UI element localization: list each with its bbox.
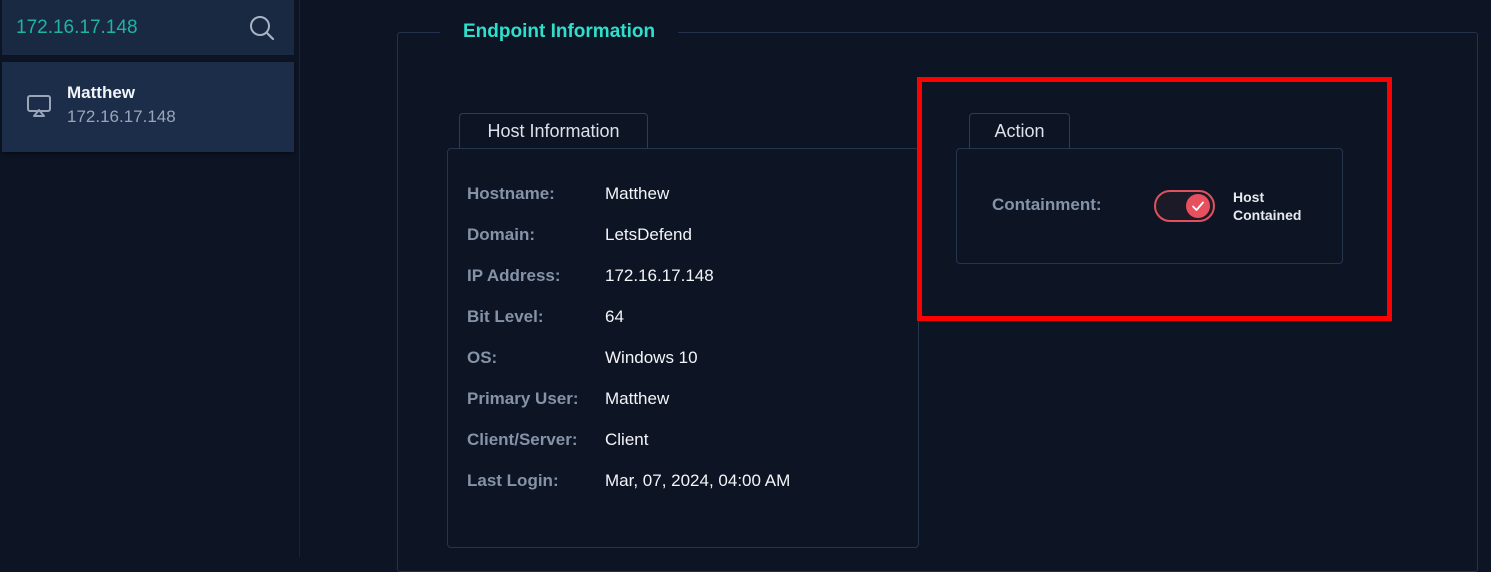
info-value: 64 xyxy=(605,307,624,326)
search-bar xyxy=(2,0,294,56)
info-value: Client xyxy=(605,430,649,449)
action-tab: Action xyxy=(969,113,1070,148)
endpoint-title: Endpoint Information xyxy=(440,18,679,46)
info-label: Domain: xyxy=(467,225,535,244)
search-icon xyxy=(250,16,275,41)
info-label: Bit Level: xyxy=(467,307,544,326)
containment-label: Containment: xyxy=(992,195,1102,214)
containment-status-line1: Host xyxy=(1233,189,1265,205)
info-label: Client/Server: xyxy=(467,430,578,449)
info-value: Matthew xyxy=(605,184,670,203)
host-information-tab: Host Information xyxy=(459,113,648,148)
host-name: Matthew xyxy=(67,83,135,102)
info-label: Last Login: xyxy=(467,471,559,490)
containment-status: Host Contained xyxy=(1233,188,1323,224)
info-label: OS: xyxy=(467,348,498,367)
info-value: Windows 10 xyxy=(605,348,698,367)
info-value: Mar, 07, 2024, 04:00 AM xyxy=(605,471,791,490)
search-input[interactable] xyxy=(16,12,236,44)
info-label: IP Address: xyxy=(467,266,561,285)
info-value: 172.16.17.148 xyxy=(605,266,714,285)
info-label: Primary User: xyxy=(467,389,579,408)
search-button[interactable] xyxy=(246,12,278,44)
monitor-icon xyxy=(27,95,51,117)
containment-toggle[interactable] xyxy=(1154,190,1215,222)
containment-status-line2: Contained xyxy=(1233,207,1302,223)
info-label: Hostname: xyxy=(467,184,555,203)
check-icon xyxy=(1192,201,1204,211)
host-ip: 172.16.17.148 xyxy=(67,107,176,126)
sidebar: Matthew 172.16.17.148 xyxy=(0,0,300,557)
sidebar-host-item[interactable]: Matthew 172.16.17.148 xyxy=(2,62,294,152)
info-value: LetsDefend xyxy=(605,225,692,244)
info-value: Matthew xyxy=(605,389,670,408)
toggle-knob xyxy=(1186,194,1210,218)
